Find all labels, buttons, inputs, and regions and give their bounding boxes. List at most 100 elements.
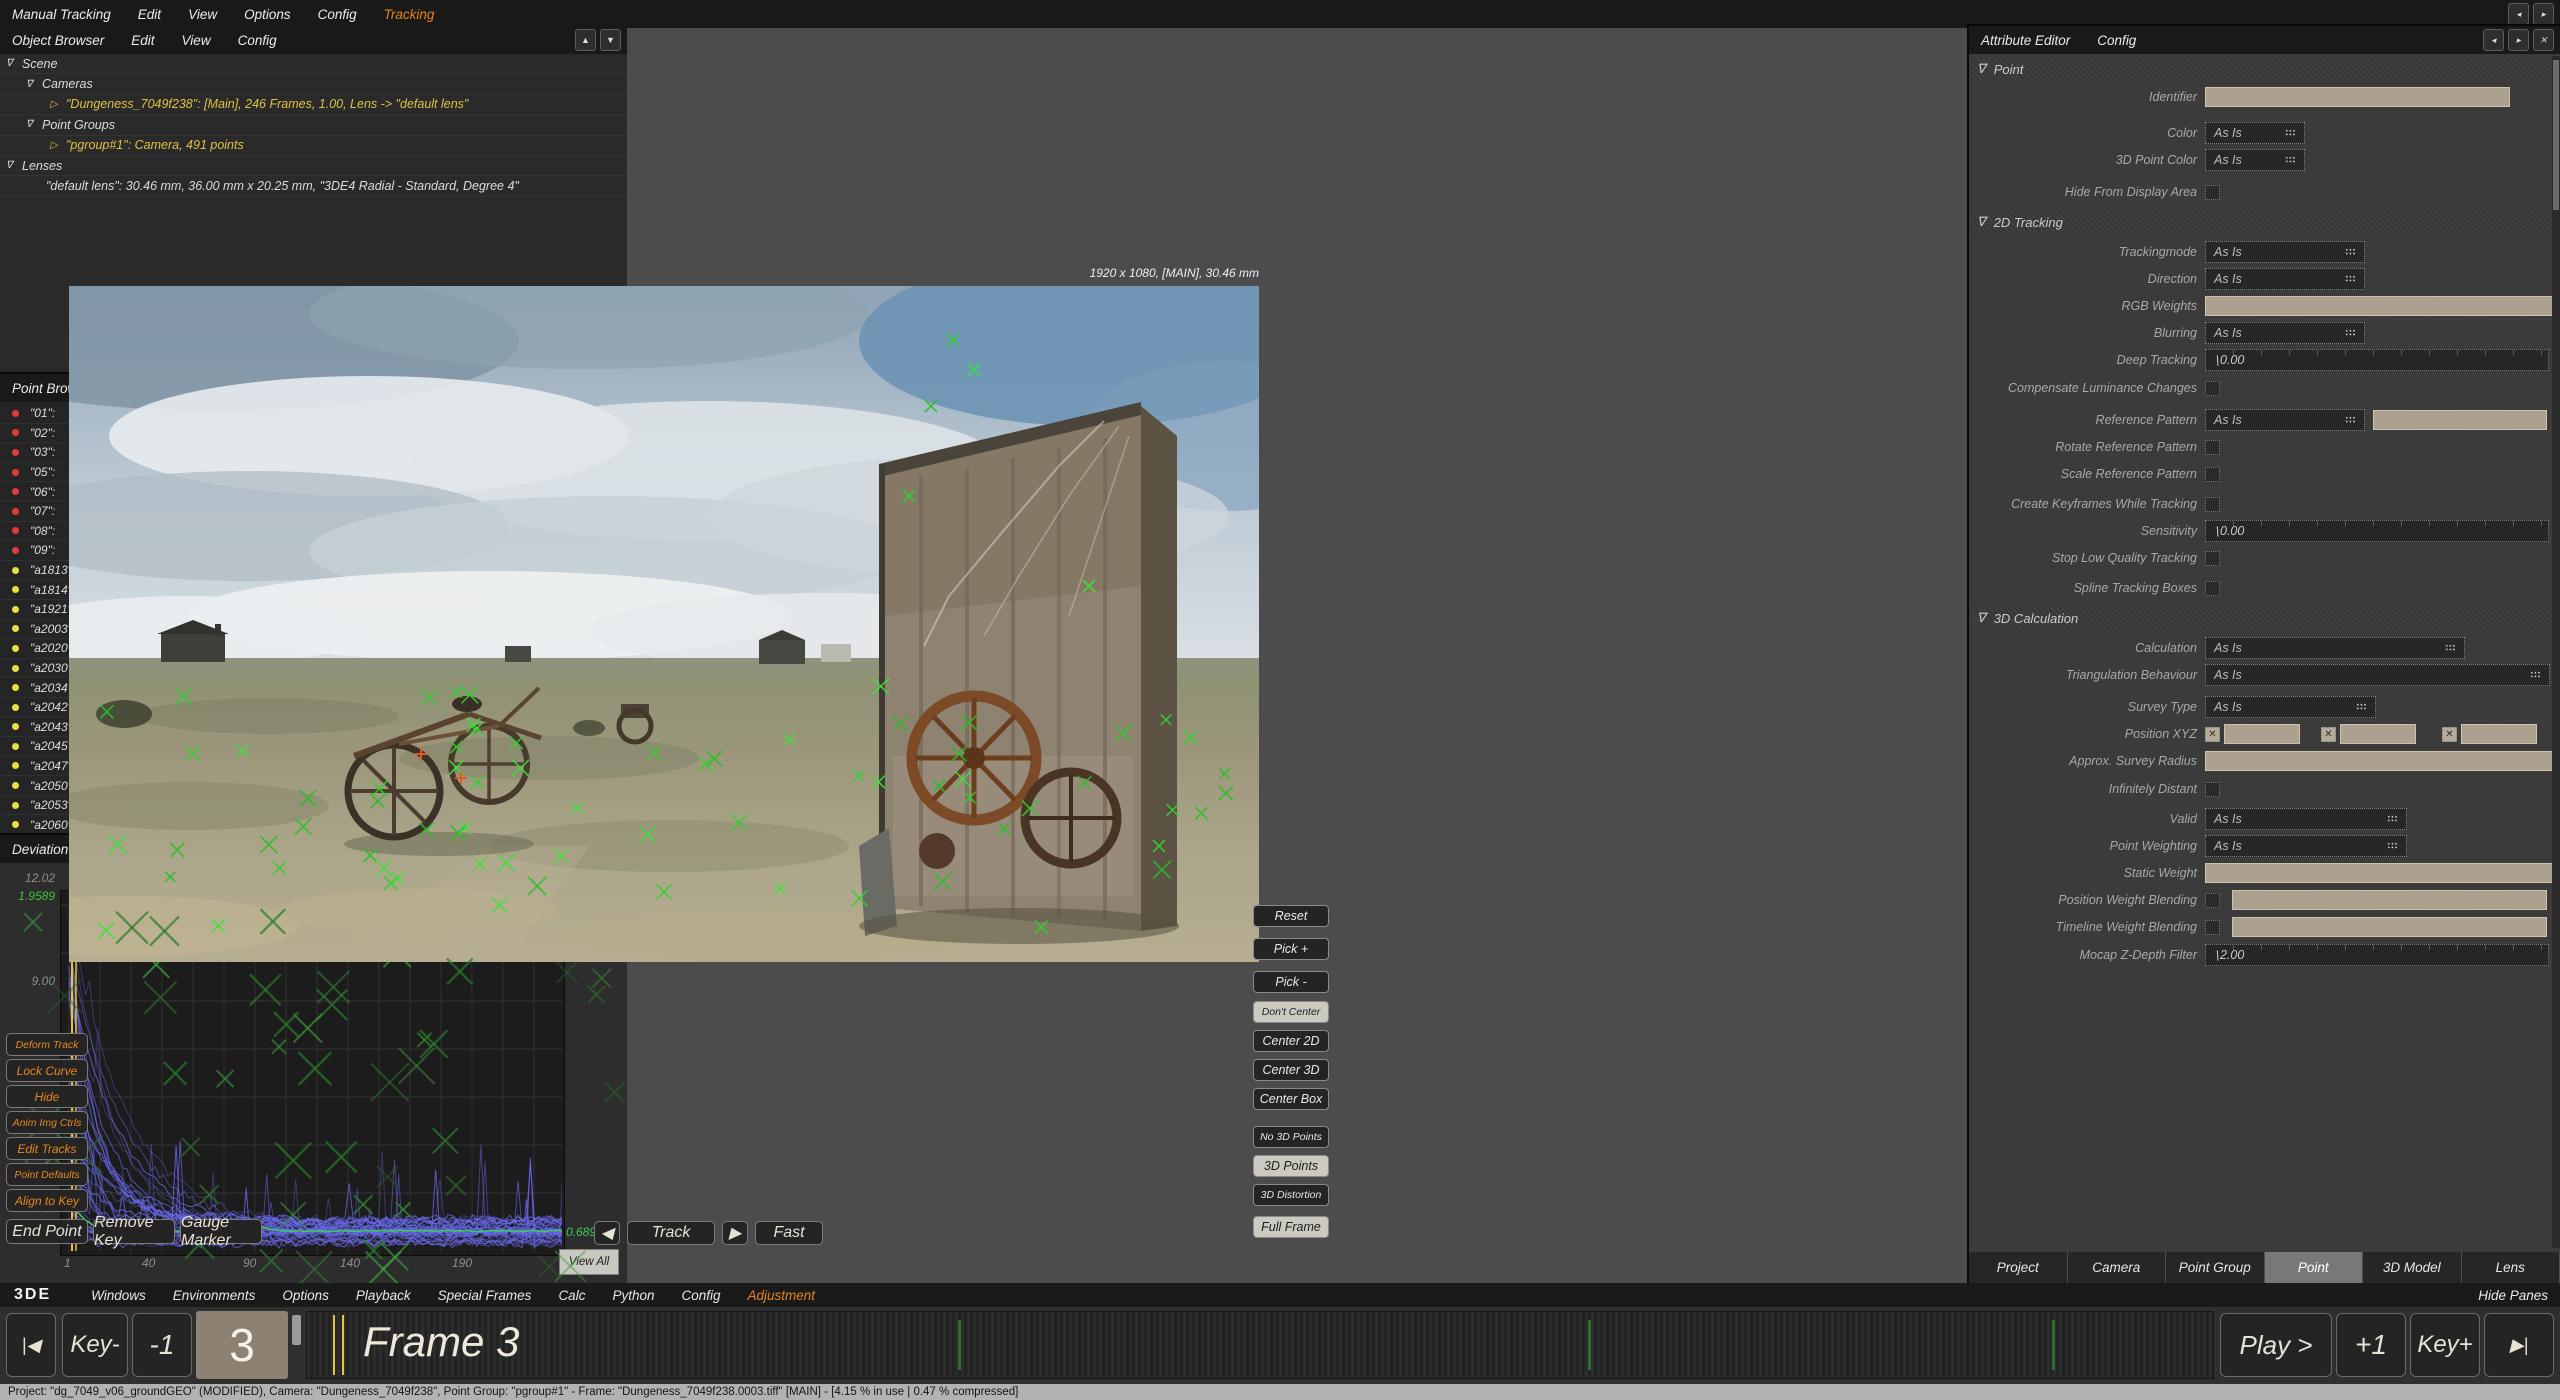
attribute-checkbox[interactable] bbox=[2205, 497, 2220, 512]
attribute-tab[interactable]: Point bbox=[2265, 1252, 2364, 1283]
attribute-tab[interactable]: Point Group bbox=[2166, 1252, 2265, 1283]
transport-button[interactable]: Track bbox=[627, 1221, 715, 1245]
menu-item[interactable]: Edit bbox=[131, 33, 154, 48]
timeline-strip[interactable]: Frame 3 bbox=[306, 1311, 2214, 1379]
panel-arrow-button[interactable]: ▲ bbox=[575, 29, 596, 51]
tracking-tool-button[interactable]: Hide bbox=[6, 1085, 88, 1108]
menu-item[interactable]: Edit bbox=[138, 7, 161, 22]
menu-item[interactable]: Config bbox=[318, 7, 357, 22]
section-collapse-icon[interactable]: ∇ bbox=[1977, 214, 1986, 230]
view-control-button[interactable]: Center 3D bbox=[1253, 1059, 1329, 1081]
view-control-button[interactable]: Reset bbox=[1253, 905, 1329, 927]
attribute-dropdown[interactable]: As Is bbox=[2205, 696, 2376, 718]
tree-row[interactable]: ∇ Lenses bbox=[0, 156, 627, 176]
attribute-text-input[interactable] bbox=[2205, 863, 2554, 883]
attribute-checkbox[interactable] bbox=[2205, 440, 2220, 455]
tree-row[interactable]: ∇ Point Groups bbox=[0, 115, 627, 135]
expander-icon[interactable]: ▷ bbox=[50, 140, 66, 151]
expander-icon[interactable]: ∇ bbox=[26, 79, 42, 90]
tree-row[interactable]: "default lens": 30.46 mm, 36.00 mm x 20.… bbox=[0, 176, 627, 196]
main-menu-item[interactable]: Calc bbox=[558, 1288, 585, 1303]
jump-to-end-button[interactable]: ▶| bbox=[2484, 1313, 2554, 1377]
menu-item[interactable]: Config bbox=[238, 33, 277, 48]
tracking-tool-button[interactable]: Point Defaults bbox=[6, 1163, 88, 1186]
menu-item[interactable]: Config bbox=[2097, 33, 2136, 48]
timeline-playhead[interactable] bbox=[333, 1315, 344, 1375]
view-control-button[interactable]: Full Frame bbox=[1253, 1216, 1329, 1238]
attribute-dropdown[interactable]: As Is bbox=[2205, 149, 2305, 171]
attribute-checkbox[interactable] bbox=[2205, 185, 2220, 200]
main-menu-item[interactable]: Adjustment bbox=[748, 1288, 816, 1303]
hide-panes-button[interactable]: Hide Panes bbox=[2478, 1288, 2548, 1303]
attribute-dropdown[interactable]: As Is bbox=[2205, 808, 2407, 830]
point-action-button[interactable]: End Point bbox=[6, 1219, 88, 1244]
attribute-text-input[interactable] bbox=[2232, 890, 2547, 910]
y-enabled-checkbox[interactable]: ✕ bbox=[2321, 727, 2336, 742]
view-control-button[interactable]: 3D Points bbox=[1253, 1155, 1329, 1177]
attribute-tab[interactable]: Camera bbox=[2068, 1252, 2167, 1283]
attribute-slider[interactable]: ∖ 0.00 bbox=[2205, 520, 2549, 542]
view-control-button[interactable]: Pick + bbox=[1253, 938, 1329, 960]
tracking-tool-button[interactable]: Deform Track bbox=[6, 1033, 88, 1056]
attribute-dropdown[interactable]: As Is bbox=[2205, 268, 2365, 290]
current-frame-field[interactable]: 3 bbox=[196, 1311, 288, 1379]
panel-arrow-button[interactable]: ◂ bbox=[2508, 3, 2529, 25]
tracking-tool-button[interactable]: Align to Key bbox=[6, 1189, 88, 1212]
attribute-dropdown[interactable]: As Is bbox=[2205, 122, 2305, 144]
play-button[interactable]: Play > bbox=[2220, 1313, 2332, 1377]
section-collapse-icon[interactable]: ∇ bbox=[1977, 61, 1986, 77]
panel-arrow-button[interactable]: ▸ bbox=[2533, 3, 2554, 25]
y-value-input[interactable] bbox=[2340, 724, 2416, 744]
attribute-scrollbar[interactable] bbox=[2552, 56, 2560, 1248]
view-control-button[interactable]: No 3D Points bbox=[1253, 1126, 1329, 1148]
jump-to-start-button[interactable]: |◀ bbox=[6, 1313, 56, 1377]
menu-item[interactable]: Tracking bbox=[384, 7, 435, 22]
slider-handle-icon[interactable]: ∖ bbox=[2212, 353, 2220, 368]
view-control-button[interactable]: 3D Distortion bbox=[1253, 1184, 1329, 1206]
panel-arrow-button[interactable]: ▸ bbox=[2508, 29, 2529, 51]
tree-row[interactable]: ∇ Cameras bbox=[0, 74, 627, 94]
expander-icon[interactable]: ∇ bbox=[6, 160, 22, 171]
attribute-dropdown[interactable]: As Is bbox=[2205, 835, 2407, 857]
main-menu-item[interactable]: Python bbox=[612, 1288, 654, 1303]
key-minus-button[interactable]: Key- bbox=[62, 1313, 128, 1377]
main-menu-item[interactable]: Environments bbox=[173, 1288, 256, 1303]
point-action-button[interactable]: Remove Key bbox=[93, 1219, 175, 1244]
expander-icon[interactable]: ∇ bbox=[26, 119, 42, 130]
tracking-tool-button[interactable]: Edit Tracks bbox=[6, 1137, 88, 1160]
attribute-dropdown[interactable]: As Is bbox=[2205, 409, 2365, 431]
view-control-button[interactable]: Pick - bbox=[1253, 971, 1329, 993]
main-menu-item[interactable]: Special Frames bbox=[438, 1288, 532, 1303]
z-enabled-checkbox[interactable]: ✕ bbox=[2442, 727, 2457, 742]
attribute-text-input[interactable] bbox=[2373, 410, 2547, 430]
point-action-button[interactable]: Gauge Marker bbox=[180, 1219, 262, 1244]
x-enabled-checkbox[interactable]: ✕ bbox=[2205, 727, 2220, 742]
minus-one-button[interactable]: -1 bbox=[132, 1313, 192, 1377]
main-menu-item[interactable]: Playback bbox=[356, 1288, 411, 1303]
attribute-checkbox[interactable] bbox=[2205, 581, 2220, 596]
tree-row[interactable]: ∇ Scene bbox=[0, 54, 627, 74]
attribute-text-input[interactable] bbox=[2205, 751, 2554, 771]
view-control-button[interactable]: Center Box bbox=[1253, 1088, 1329, 1110]
attribute-checkbox[interactable] bbox=[2205, 920, 2220, 935]
attribute-tab[interactable]: 3D Model bbox=[2363, 1252, 2462, 1283]
attribute-text-input[interactable] bbox=[2232, 917, 2547, 937]
tracking-tool-button[interactable]: Lock Curve bbox=[6, 1059, 88, 1082]
menu-item[interactable]: Attribute Editor bbox=[1981, 33, 2070, 48]
attribute-dropdown[interactable]: As Is bbox=[2205, 241, 2365, 263]
menu-item[interactable]: Object Browser bbox=[12, 33, 104, 48]
footage-image[interactable] bbox=[69, 286, 1259, 962]
tree-row[interactable]: ▷ "pgroup#1": Camera, 491 points bbox=[0, 136, 627, 156]
attribute-checkbox[interactable] bbox=[2205, 782, 2220, 797]
timeline-grip[interactable] bbox=[292, 1315, 301, 1345]
view-control-button[interactable]: Center 2D bbox=[1253, 1030, 1329, 1052]
transport-button[interactable]: Fast bbox=[755, 1221, 823, 1245]
view-all-button[interactable]: View All bbox=[559, 1249, 619, 1275]
plus-one-button[interactable]: +1 bbox=[2336, 1313, 2406, 1377]
panel-arrow-button[interactable]: ▼ bbox=[600, 29, 621, 51]
main-menu-item[interactable]: Options bbox=[282, 1288, 329, 1303]
expander-icon[interactable]: ∇ bbox=[6, 58, 22, 69]
attribute-text-input[interactable] bbox=[2205, 87, 2510, 107]
attribute-slider[interactable]: ∖ 0.00 bbox=[2205, 349, 2549, 371]
transport-button[interactable]: ▶ bbox=[722, 1221, 748, 1245]
